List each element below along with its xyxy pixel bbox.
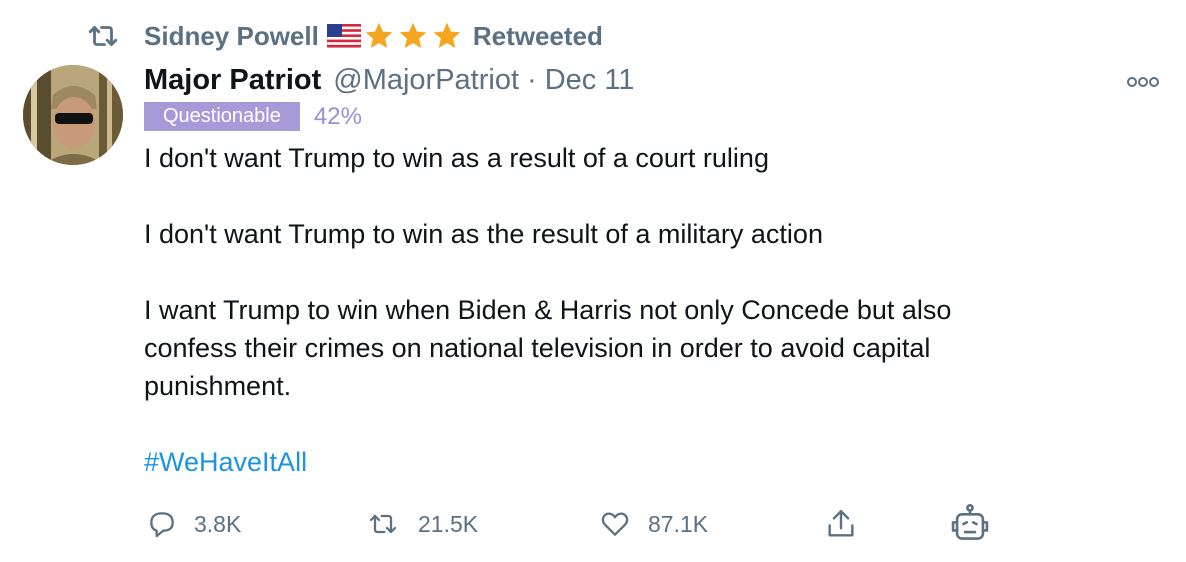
tweet-line: punishment.: [144, 371, 292, 401]
tweet-text: I don't want Trump to win as a result of…: [144, 139, 1144, 481]
retweeted-label: Retweeted: [472, 20, 603, 51]
retweet-button[interactable]: 21.5K: [364, 503, 478, 545]
tweet-header: Major Patriot @MajorPatriot · Dec 11: [144, 64, 634, 97]
star-icon: [433, 22, 461, 48]
retweeter-name[interactable]: Sidney Powell: [144, 21, 319, 52]
tweet-line: I want Trump to win when Biden & Harris …: [144, 295, 952, 325]
star-icon: [399, 22, 427, 48]
retweet-icon: [369, 514, 397, 534]
credibility-label: Questionable 42%: [144, 102, 362, 131]
author-display-name[interactable]: Major Patriot: [144, 64, 321, 97]
reply-icon: [150, 512, 174, 538]
tweet-line: confess their crimes on national televis…: [144, 333, 931, 363]
separator: ·: [527, 64, 537, 96]
hashtag-link[interactable]: #WeHaveItAll: [144, 443, 1144, 481]
bot-check-button[interactable]: [948, 503, 1008, 545]
reply-button[interactable]: 3.8K: [146, 503, 241, 545]
avatar[interactable]: [23, 65, 123, 165]
tweet-date[interactable]: Dec 11: [545, 64, 635, 97]
tweet-line: I don't want Trump to win as a result of…: [144, 143, 769, 173]
like-count: 87.1K: [648, 510, 709, 537]
credibility-percent: 42%: [313, 102, 362, 130]
credibility-badge: Questionable: [144, 102, 300, 131]
more-icon[interactable]: [1126, 72, 1160, 92]
retweet-icon: [88, 26, 118, 46]
bot-icon: [951, 503, 989, 540]
share-button[interactable]: [824, 503, 874, 545]
us-flag-icon: [326, 24, 361, 48]
author-handle[interactable]: @MajorPatriot: [333, 64, 519, 97]
reply-count: 3.8K: [194, 510, 242, 537]
tweet-line: I don't want Trump to win as the result …: [144, 219, 823, 249]
star-rating: [363, 20, 465, 52]
heart-icon: [601, 512, 629, 536]
star-icon: [365, 22, 393, 48]
like-button[interactable]: 87.1K: [598, 503, 708, 545]
retweet-count: 21.5K: [418, 510, 479, 537]
retweet-header: Sidney Powell Retweeted: [84, 17, 603, 55]
share-icon: [828, 510, 854, 537]
avatar-image: [23, 65, 123, 165]
